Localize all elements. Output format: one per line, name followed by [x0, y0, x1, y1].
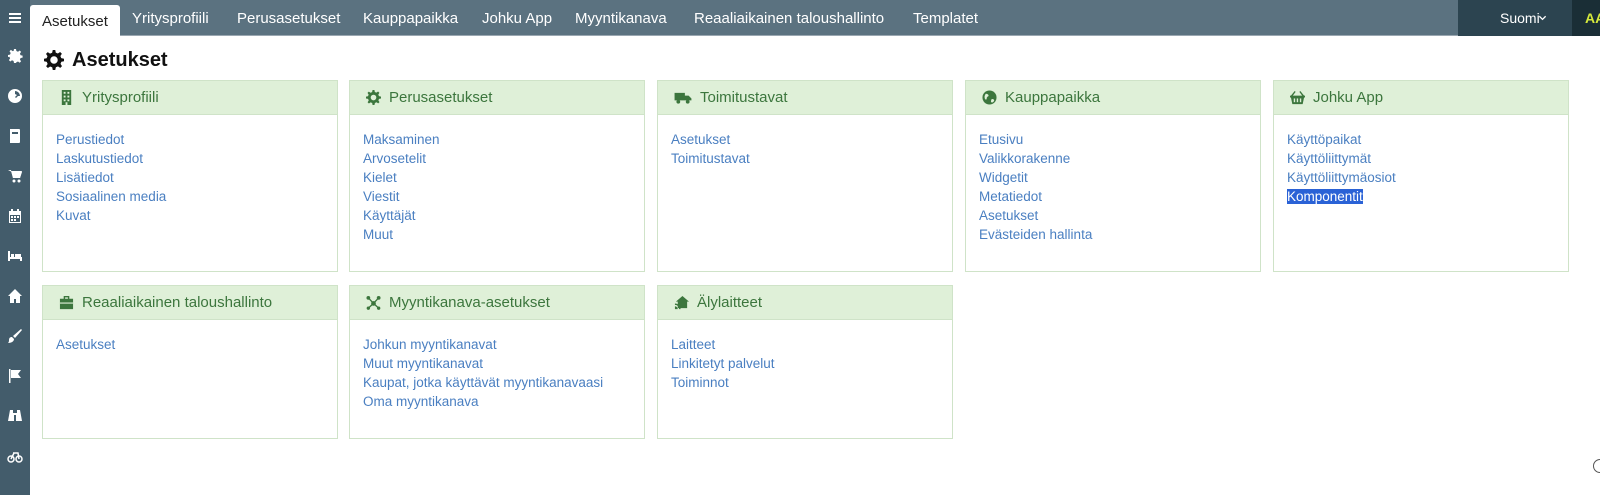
paintbrush-icon[interactable] [0, 316, 30, 356]
card-header: Johku App [1274, 81, 1568, 115]
link-arvosetelit[interactable]: Arvosetelit [363, 149, 631, 168]
card-alylaitteet: Älylaitteet Laitteet Linkitetyt palvelut… [657, 285, 953, 439]
tab-templatet[interactable]: Templatet [901, 0, 990, 36]
building-icon [61, 90, 72, 105]
tab-asetukset[interactable]: Asetukset [30, 5, 120, 37]
link-kuvat[interactable]: Kuvat [56, 206, 324, 225]
tab-myyntikanava[interactable]: Myyntikanava [563, 0, 679, 36]
link-lisatiedot[interactable]: Lisätiedot [56, 168, 324, 187]
language-select[interactable]: Suomi [1458, 0, 1572, 36]
left-sidebar [0, 0, 30, 495]
link-viestit[interactable]: Viestit [363, 187, 631, 206]
gear-icon [366, 90, 381, 105]
tab-kauppapaikka[interactable]: Kauppapaikka [351, 0, 470, 36]
link-widgetit[interactable]: Widgetit [979, 168, 1247, 187]
card-title: Toimitustavat [700, 89, 788, 106]
account-button[interactable]: AA [1572, 0, 1600, 36]
binoculars-icon[interactable] [0, 396, 30, 436]
tab-yritysprofiili[interactable]: Yritysprofiili [120, 0, 221, 36]
bed-icon[interactable] [0, 236, 30, 276]
link-kayttajat[interactable]: Käyttäjät [363, 206, 631, 225]
settings-icon[interactable] [0, 36, 30, 76]
globe-icon [982, 90, 997, 105]
link-metatiedot[interactable]: Metatiedot [979, 187, 1247, 206]
menu-icon[interactable] [0, 0, 30, 36]
link-etusivu[interactable]: Etusivu [979, 130, 1247, 149]
truck-icon [674, 92, 692, 104]
floating-help-button[interactable] [1593, 459, 1600, 473]
top-navigation: Asetukset Yritysprofiili Perusasetukset … [30, 0, 1600, 37]
link-asetukset[interactable]: Asetukset [56, 335, 324, 354]
tab-reaaliaikainen-taloushallinto[interactable]: Reaaliaikainen taloushallinto [682, 0, 896, 36]
tab-johku-app[interactable]: Johku App [470, 0, 564, 36]
link-oma-myyntikanava[interactable]: Oma myyntikanava [363, 392, 631, 411]
home-icon[interactable] [0, 276, 30, 316]
link-komponentit[interactable]: Komponentit [1287, 187, 1555, 206]
link-perustiedot[interactable]: Perustiedot [56, 130, 324, 149]
link-sosiaalinen-media[interactable]: Sosiaalinen media [56, 187, 324, 206]
card-title: Yritysprofiili [82, 89, 159, 106]
link-evasteiden-hallinta[interactable]: Evästeiden hallinta [979, 225, 1247, 244]
link-muut[interactable]: Muut [363, 225, 631, 244]
calendar-icon[interactable] [0, 196, 30, 236]
card-title: Myyntikanava-asetukset [389, 294, 550, 311]
chevron-down-icon [1538, 0, 1548, 36]
card-johku-app: Johku App Käyttöpaikat Käyttöliittymät K… [1273, 80, 1569, 272]
cart-icon[interactable] [0, 156, 30, 196]
link-asetukset[interactable]: Asetukset [671, 130, 939, 149]
flag-icon[interactable] [0, 356, 30, 396]
card-perusasetukset: Perusasetukset Maksaminen Arvosetelit Ki… [349, 80, 645, 272]
page-title-text: Asetukset [72, 48, 168, 71]
card-reaaliaikainen-taloushallinto: Reaaliaikainen taloushallinto Asetukset [42, 285, 338, 439]
language-label: Suomi [1500, 9, 1540, 26]
card-yritysprofiili: Yritysprofiili Perustiedot Laskutustiedo… [42, 80, 338, 272]
smart-home-icon [674, 295, 689, 310]
link-asetukset[interactable]: Asetukset [979, 206, 1247, 225]
card-myyntikanava-asetukset: Myyntikanava-asetukset Johkun myyntikana… [349, 285, 645, 439]
card-title: Perusasetukset [389, 89, 493, 106]
link-kaupat-myyntikanava[interactable]: Kaupat, jotka käyttävät myyntikanavaasi [363, 373, 631, 392]
link-valikkorakenne[interactable]: Valikkorakenne [979, 149, 1247, 168]
link-kayttopaikat[interactable]: Käyttöpaikat [1287, 130, 1555, 149]
link-maksaminen[interactable]: Maksaminen [363, 130, 631, 149]
dashboard-icon[interactable] [0, 76, 30, 116]
card-header: Toimitustavat [658, 81, 952, 115]
card-toimitustavat: Toimitustavat Asetukset Toimitustavat [657, 80, 953, 272]
link-linkitetyt-palvelut[interactable]: Linkitetyt palvelut [671, 354, 939, 373]
card-title: Johku App [1313, 89, 1384, 106]
link-toiminnot[interactable]: Toiminnot [671, 373, 939, 392]
card-header: Myyntikanava-asetukset [350, 286, 644, 320]
network-icon [366, 295, 381, 310]
tab-perusasetukset[interactable]: Perusasetukset [225, 0, 352, 36]
card-header: Yritysprofiili [43, 81, 337, 115]
card-title: Reaaliaikainen taloushallinto [82, 294, 273, 311]
link-kielet[interactable]: Kielet [363, 168, 631, 187]
book-icon[interactable] [0, 116, 30, 156]
basket-icon [1290, 90, 1305, 105]
link-toimitustavat[interactable]: Toimitustavat [671, 149, 939, 168]
bicycle-icon[interactable] [0, 436, 30, 476]
card-header: Perusasetukset [350, 81, 644, 115]
card-kauppapaikka: Kauppapaikka Etusivu Valikkorakenne Widg… [965, 80, 1261, 272]
card-header: Älylaitteet [658, 286, 952, 320]
link-laskutustiedot[interactable]: Laskutustiedot [56, 149, 324, 168]
card-title: Kauppapaikka [1005, 89, 1101, 106]
link-muut-myyntikanavat[interactable]: Muut myyntikanavat [363, 354, 631, 373]
gear-icon [44, 50, 64, 70]
link-kayttoliittymat[interactable]: Käyttöliittymät [1287, 149, 1555, 168]
link-johkun-myyntikanavat[interactable]: Johkun myyntikanavat [363, 335, 631, 354]
link-kayttoliittymaosiot[interactable]: Käyttöliittymäosiot [1287, 168, 1555, 187]
card-header: Kauppapaikka [966, 81, 1260, 115]
link-laitteet[interactable]: Laitteet [671, 335, 939, 354]
card-header: Reaaliaikainen taloushallinto [43, 286, 337, 320]
page-title: Asetukset [44, 47, 168, 73]
briefcase-icon [59, 295, 74, 310]
card-title: Älylaitteet [697, 294, 763, 311]
